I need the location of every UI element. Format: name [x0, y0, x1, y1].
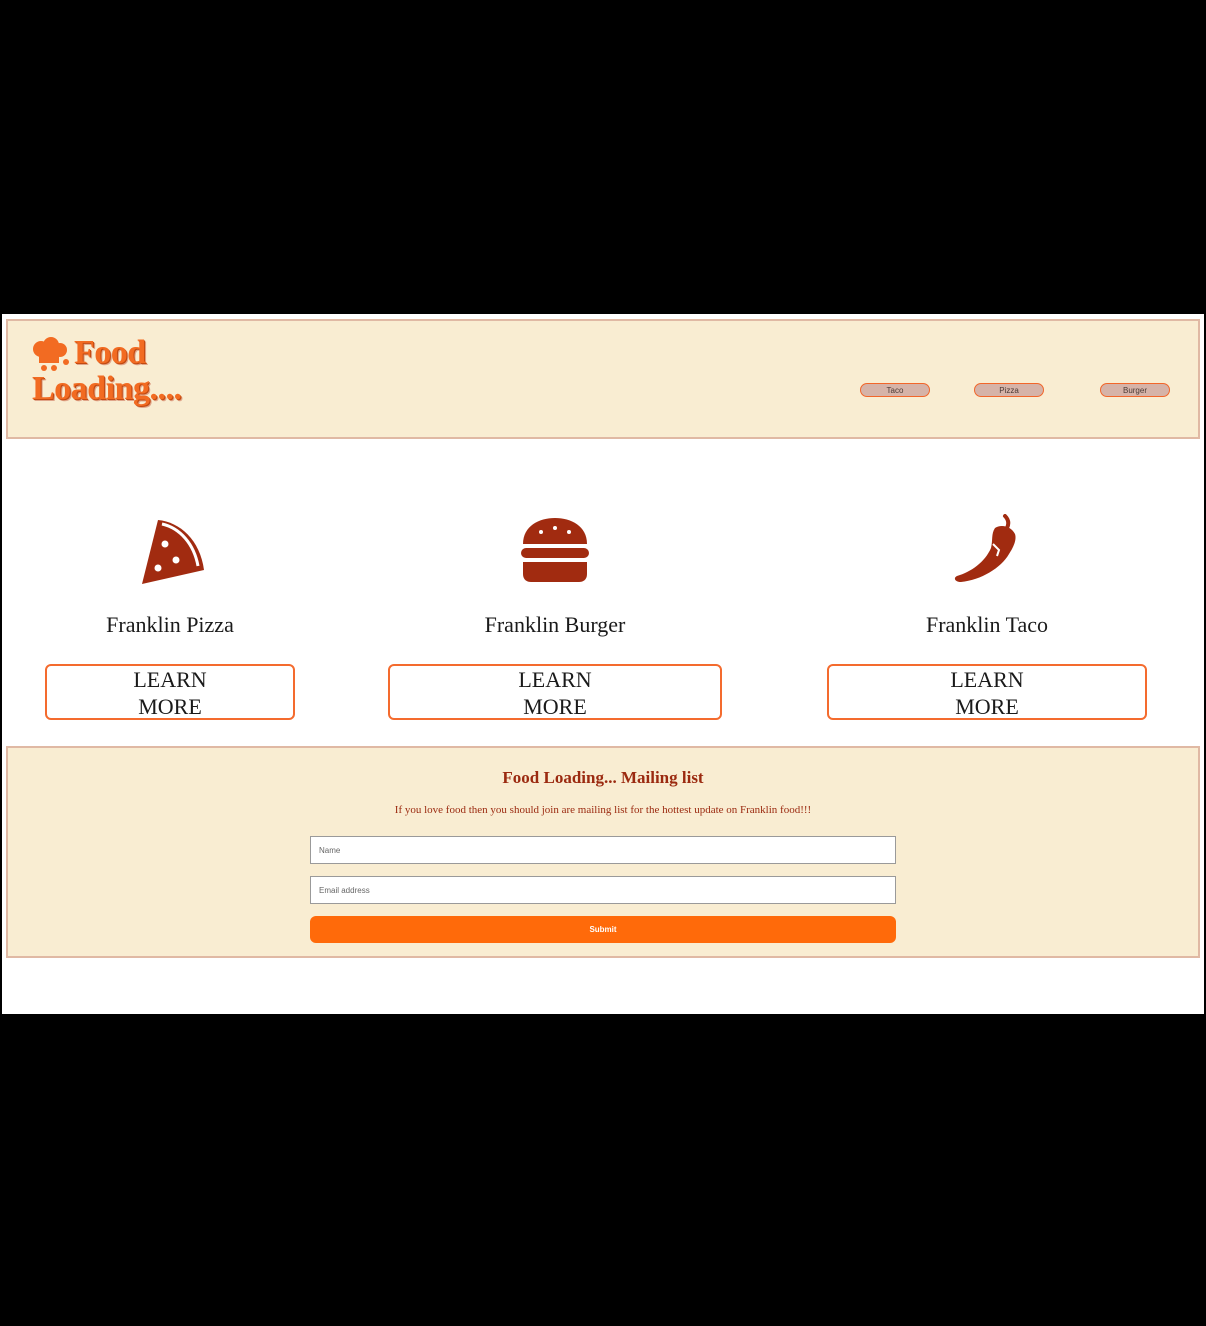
learn-line-1: LEARN	[518, 667, 592, 692]
card-title: Franklin Taco	[925, 612, 1049, 637]
card-pizza: Franklin Pizza	[70, 514, 270, 637]
site-header: Food Loading.... Taco Pizza Burger	[6, 319, 1200, 439]
pizza-icon	[142, 520, 204, 584]
card-title: Franklin Burger	[484, 612, 626, 637]
learn-more-taco-button[interactable]: LEARN MORE	[827, 664, 1147, 720]
mailing-title: Food Loading... Mailing list	[502, 768, 704, 787]
learn-line-2: MORE	[138, 694, 202, 719]
learn-more-pizza-button[interactable]: LEARN MORE	[45, 664, 295, 720]
learn-line-1: LEARN	[950, 667, 1024, 692]
learn-line-2: MORE	[955, 694, 1019, 719]
learn-line-1: LEARN	[133, 667, 207, 692]
card-taco: Franklin Taco	[887, 514, 1087, 637]
chef-hat-icon	[33, 337, 69, 371]
mailing-description: If you love food then you should join ar…	[394, 804, 812, 816]
logo-line-2: Loading....	[32, 370, 182, 407]
burger-icon	[521, 518, 589, 582]
learn-more-burger-button[interactable]: LEARN MORE	[388, 664, 722, 720]
chili-pepper-icon	[954, 514, 1016, 582]
email-input[interactable]	[310, 876, 896, 904]
web-page: Food Loading.... Taco Pizza Burger Frank…	[2, 314, 1204, 1014]
nav-taco-button[interactable]: Taco	[860, 383, 930, 397]
card-title: Franklin Pizza	[106, 612, 234, 637]
submit-button[interactable]: Submit	[310, 916, 896, 943]
card-burger: Franklin Burger	[455, 514, 655, 637]
nav-pizza-button[interactable]: Pizza	[974, 383, 1044, 397]
logo-line-1: Food	[74, 334, 146, 371]
learn-line-2: MORE	[523, 694, 587, 719]
name-input[interactable]	[310, 836, 896, 864]
site-logo[interactable]: Food Loading....	[30, 335, 230, 415]
mailing-list-section: Food Loading... Mailing list If you love…	[6, 746, 1200, 958]
nav-burger-button[interactable]: Burger	[1100, 383, 1170, 397]
